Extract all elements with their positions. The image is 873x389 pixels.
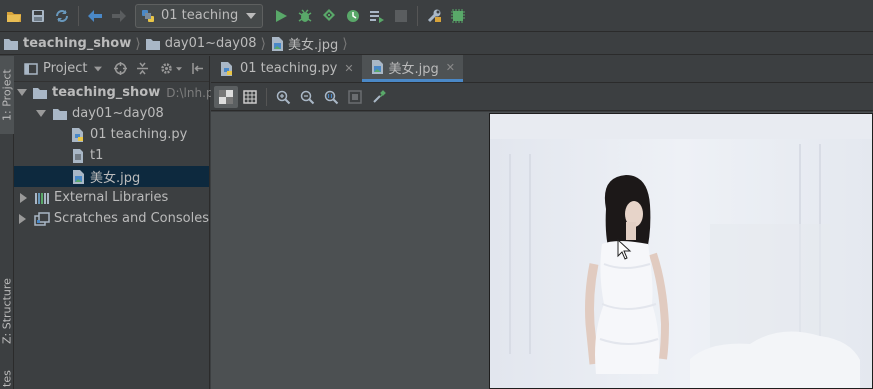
image-viewer-toolbar [211, 84, 873, 111]
project-tab-label: 1: Project [0, 69, 14, 121]
text-file-icon [70, 148, 86, 164]
editor-tab-bar: 01 teaching.py ✕ 美女.jpg ✕ [211, 55, 873, 83]
project-panel-title: Project [43, 61, 88, 76]
scratches-icon [34, 211, 50, 227]
photo-content [490, 114, 872, 388]
breadcrumb-folder-label: day01~day08 [164, 36, 257, 51]
tree-row-external-libraries[interactable]: External Libraries [14, 187, 209, 208]
tool-window-strip: 1: Project Z: Structure tes [0, 56, 14, 389]
file-label: 01 teaching.py [90, 127, 188, 142]
project-panel-header: Project [14, 56, 209, 82]
open-folder-icon[interactable] [2, 4, 26, 28]
stop-icon[interactable] [389, 4, 413, 28]
image-file-icon [70, 169, 86, 185]
collapsed-triangle-icon[interactable] [19, 213, 27, 224]
navigation-breadcrumb: teaching_show ⟩ day01~day08 ⟩ 美女.jpg ⟩ [0, 33, 873, 55]
gear-chevron-icon[interactable] [176, 66, 183, 71]
python-icon [142, 9, 154, 22]
toolbar-separator [266, 88, 267, 106]
sync-icon[interactable] [50, 4, 74, 28]
python-file-icon [70, 127, 86, 143]
image-canvas[interactable] [211, 112, 873, 389]
editor-tab-python[interactable]: 01 teaching.py ✕ [211, 55, 362, 82]
image-file-icon [271, 36, 283, 51]
run-configuration-select[interactable]: 01 teaching [135, 3, 264, 28]
main-toolbar: 01 teaching [0, 0, 873, 32]
editor-tab-label: 01 teaching.py [240, 61, 338, 76]
editor-tab-label: 美女.jpg [388, 61, 439, 77]
zoom-in-icon[interactable] [271, 86, 295, 108]
project-view-icon [24, 62, 38, 75]
breadcrumb-file[interactable]: 美女.jpg [270, 34, 338, 53]
tree-row-file[interactable]: 01 teaching.py [14, 124, 209, 145]
folder-icon [32, 85, 48, 101]
photo-image [489, 113, 873, 389]
folder-icon [4, 38, 18, 50]
breadcrumb-separator-icon: ⟩ [342, 35, 348, 52]
tree-row-file[interactable]: t1 [14, 145, 209, 166]
locate-target-icon[interactable] [113, 62, 127, 76]
color-picker-icon[interactable] [367, 86, 391, 108]
file-label: 美女.jpg [90, 171, 141, 186]
close-icon[interactable]: ✕ [446, 61, 455, 74]
profile-icon[interactable] [341, 4, 365, 28]
grid-toggle-icon[interactable] [238, 86, 262, 108]
actual-size-icon[interactable] [319, 86, 343, 108]
close-icon[interactable]: ✕ [344, 62, 353, 75]
breadcrumb-file-label: 美女.jpg [287, 38, 339, 53]
expanded-triangle-icon[interactable] [36, 110, 46, 117]
editor-tab-image[interactable]: 美女.jpg ✕ [361, 55, 463, 82]
scratches-label: Scratches and Consoles [53, 211, 209, 226]
zoom-out-icon[interactable] [295, 86, 319, 108]
forward-arrow-icon[interactable] [107, 4, 131, 28]
toolbar-separator [417, 5, 419, 26]
view-mode-chevron-icon[interactable] [94, 66, 103, 71]
collapse-all-icon[interactable] [135, 62, 149, 76]
breadcrumb-separator-icon: ⟩ [260, 35, 266, 52]
coverage-icon[interactable] [317, 4, 341, 28]
libraries-icon [34, 190, 50, 206]
fit-zoom-icon[interactable] [343, 86, 367, 108]
collapsed-triangle-icon[interactable] [19, 192, 27, 203]
project-root-label: teaching_show [52, 85, 161, 100]
tree-row-scratches[interactable]: Scratches and Consoles [14, 208, 209, 229]
image-file-icon [371, 60, 383, 74]
tree-row-file-selected[interactable]: 美女.jpg [14, 166, 209, 187]
gear-icon[interactable] [159, 62, 173, 76]
tree-row-project-root[interactable]: teaching_show D:\lnh.pyth [14, 82, 233, 103]
hide-panel-icon[interactable] [190, 62, 204, 76]
structure-tab-label: Z: Structure [0, 278, 14, 344]
project-panel: Project teaching_show D:\lnh.pyth day01~… [14, 56, 233, 389]
favorites-tab-label: tes [0, 370, 14, 387]
folder-icon [52, 106, 68, 122]
breadcrumb-project-label: teaching_show [23, 36, 132, 51]
breadcrumb-project[interactable]: teaching_show [3, 36, 131, 51]
folder-label: day01~day08 [72, 106, 164, 121]
structure-tool-window-tab[interactable]: Z: Structure [0, 268, 14, 354]
toolbar-separator [78, 5, 79, 26]
chessboard-toggle-icon[interactable] [214, 86, 238, 108]
external-libraries-label: External Libraries [54, 190, 169, 205]
folder-icon [145, 38, 160, 50]
breadcrumb-folder[interactable]: day01~day08 [145, 36, 257, 51]
run-icon[interactable] [269, 4, 293, 28]
wrench-settings-icon[interactable] [422, 4, 446, 28]
favorites-tool-window-tab[interactable]: tes [0, 368, 14, 389]
expanded-triangle-icon[interactable] [17, 89, 27, 96]
run-concurrency-icon[interactable] [365, 4, 389, 28]
breadcrumb-separator-icon: ⟩ [135, 35, 141, 52]
save-icon[interactable] [26, 4, 50, 28]
project-tree: teaching_show D:\lnh.pyth day01~day08 01… [14, 82, 233, 229]
python-console-icon[interactable] [446, 4, 470, 28]
chevron-down-icon [246, 12, 257, 19]
back-arrow-icon[interactable] [83, 4, 107, 28]
run-configuration-label: 01 teaching [161, 8, 239, 23]
file-label: t1 [90, 148, 104, 163]
tree-row-folder[interactable]: day01~day08 [14, 103, 209, 124]
python-file-icon [221, 61, 232, 76]
project-tool-window-tab[interactable]: 1: Project [0, 56, 14, 134]
debug-icon[interactable] [293, 4, 317, 28]
